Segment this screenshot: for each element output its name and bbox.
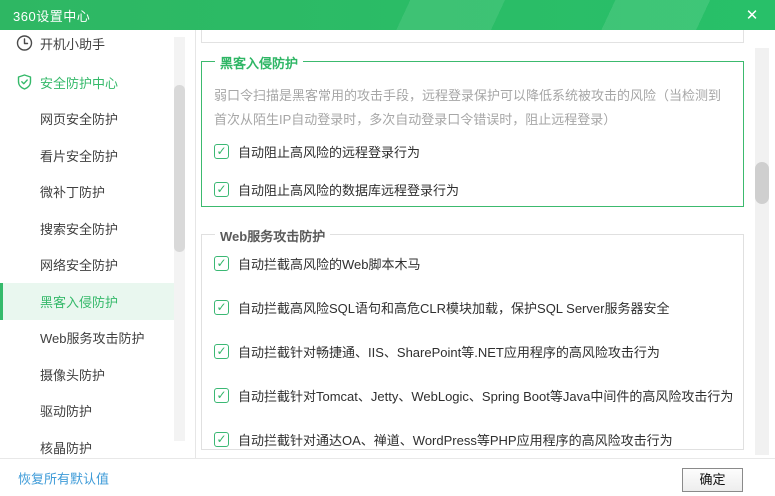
footer: 恢复所有默认值 确定	[0, 458, 775, 496]
check-icon: ✓	[216, 344, 226, 358]
settings-window: 360设置中心 ✕ 开机小助手	[0, 0, 775, 496]
scrolled-section-remainder	[201, 30, 744, 43]
sidebar-item-label: 网络安全防护	[40, 255, 118, 274]
checkbox[interactable]: ✓	[214, 344, 229, 359]
main-scrollbar-thumb[interactable]	[755, 162, 769, 204]
sidebar-item-label: 看片安全防护	[40, 146, 118, 165]
sidebar-item-boot-assistant[interactable]: 开机小助手	[0, 30, 175, 56]
settings-panel: 黑客入侵防护 弱口令扫描是黑客常用的攻击手段，远程登录保护可以降低系统被攻击的风…	[196, 30, 775, 458]
close-icon: ✕	[746, 6, 759, 24]
sidebar-item-security-center[interactable]: 安全防护中心	[0, 64, 175, 101]
sidebar-item-label: 安全防护中心	[40, 73, 118, 92]
sidebar-item-network-protection[interactable]: 网络安全防护	[0, 247, 175, 284]
sidebar-item-label: 核晶防护	[40, 438, 92, 457]
sidebar-item-camera-protection[interactable]: 摄像头防护	[0, 356, 175, 393]
checkbox-label: 自动拦截高风险的Web脚本木马	[238, 254, 421, 273]
sidebar-item-hacker-intrusion-protection[interactable]: 黑客入侵防护	[0, 283, 175, 320]
ok-button[interactable]: 确定	[682, 468, 743, 492]
sidebar-item-label: 搜索安全防护	[40, 219, 118, 238]
checkbox-row: ✓ 自动拦截针对Tomcat、Jetty、WebLogic、Spring Boo…	[214, 386, 743, 405]
checkbox-label: 自动阻止高风险的数据库远程登录行为	[238, 180, 459, 199]
checkbox[interactable]: ✓	[214, 388, 229, 403]
checkbox[interactable]: ✓	[214, 432, 229, 447]
checkbox[interactable]: ✓	[214, 182, 229, 197]
checkbox-row: ✓ 自动阻止高风险的数据库远程登录行为	[214, 180, 743, 199]
close-button[interactable]: ✕	[735, 0, 769, 30]
section-title: Web服务攻击防护	[215, 226, 330, 245]
sidebar-item-label: 黑客入侵防护	[40, 292, 118, 311]
sidebar-item-micro-patch-protection[interactable]: 微补丁防护	[0, 174, 175, 211]
section-web-service-attack-protection: Web服务攻击防护 ✓ 自动拦截高风险的Web脚本木马 ✓ 自动拦截高风险SQL…	[201, 234, 744, 450]
checkbox[interactable]: ✓	[214, 144, 229, 159]
shield-check-icon	[16, 74, 33, 91]
section-hacker-intrusion-protection: 黑客入侵防护 弱口令扫描是黑客常用的攻击手段，远程登录保护可以降低系统被攻击的风…	[201, 61, 744, 207]
sidebar-item-label: 驱动防护	[40, 401, 92, 420]
sidebar-item-label: 开机小助手	[40, 34, 105, 53]
titlebar: 360设置中心 ✕	[0, 0, 775, 30]
checkbox-row: ✓ 自动拦截高风险SQL语句和高危CLR模块加载，保护SQL Server服务器…	[214, 298, 743, 317]
sidebar-item-label: 微补丁防护	[40, 182, 105, 201]
checkbox-label: 自动拦截针对通达OA、禅道、WordPress等PHP应用程序的高风险攻击行为	[238, 430, 673, 449]
sidebar-scrollbar[interactable]	[174, 37, 185, 441]
check-icon: ✓	[216, 432, 226, 446]
sidebar-item-web-service-attack-protection[interactable]: Web服务攻击防护	[0, 320, 175, 357]
checkbox[interactable]: ✓	[214, 256, 229, 271]
sidebar-item-label: Web服务攻击防护	[40, 328, 145, 347]
check-icon: ✓	[216, 300, 226, 314]
checkbox-label: 自动拦截高风险SQL语句和高危CLR模块加载，保护SQL Server服务器安全	[238, 298, 669, 317]
check-icon: ✓	[216, 144, 226, 158]
sidebar-item-web-page-protection[interactable]: 网页安全防护	[0, 101, 175, 138]
sidebar: 开机小助手 安全防护中心 网页安全防护 看片安全防护 微补丁防护	[0, 30, 196, 458]
sidebar-item-label: 摄像头防护	[40, 365, 105, 384]
checkbox-label: 自动拦截针对畅捷通、IIS、SharePoint等.NET应用程序的高风险攻击行…	[238, 342, 660, 361]
clock-icon	[16, 35, 33, 52]
restore-defaults-link[interactable]: 恢复所有默认值	[18, 468, 109, 487]
sidebar-item-driver-protection[interactable]: 驱动防护	[0, 393, 175, 430]
main-scrollbar[interactable]	[755, 48, 769, 455]
section-title: 黑客入侵防护	[215, 53, 303, 72]
check-icon: ✓	[216, 182, 226, 196]
checkbox-row: ✓ 自动阻止高风险的远程登录行为	[214, 142, 743, 161]
sidebar-item-label: 网页安全防护	[40, 109, 118, 128]
sidebar-item-video-protection[interactable]: 看片安全防护	[0, 137, 175, 174]
checkbox-label: 自动拦截针对Tomcat、Jetty、WebLogic、Spring Boot等…	[238, 386, 733, 405]
sidebar-item-search-protection[interactable]: 搜索安全防护	[0, 210, 175, 247]
check-icon: ✓	[216, 256, 226, 270]
checkbox[interactable]: ✓	[214, 300, 229, 315]
check-icon: ✓	[216, 388, 226, 402]
checkbox-row: ✓ 自动拦截针对通达OA、禅道、WordPress等PHP应用程序的高风险攻击行…	[214, 430, 743, 449]
sidebar-scrollbar-thumb[interactable]	[174, 85, 185, 252]
window-title: 360设置中心	[0, 6, 90, 25]
checkbox-label: 自动阻止高风险的远程登录行为	[238, 142, 420, 161]
checkbox-row: ✓ 自动拦截高风险的Web脚本木马	[214, 254, 743, 273]
checkbox-row: ✓ 自动拦截针对畅捷通、IIS、SharePoint等.NET应用程序的高风险攻…	[214, 342, 743, 361]
section-description: 弱口令扫描是黑客常用的攻击手段，远程登录保护可以降低系统被攻击的风险（当检测到首…	[202, 62, 743, 131]
